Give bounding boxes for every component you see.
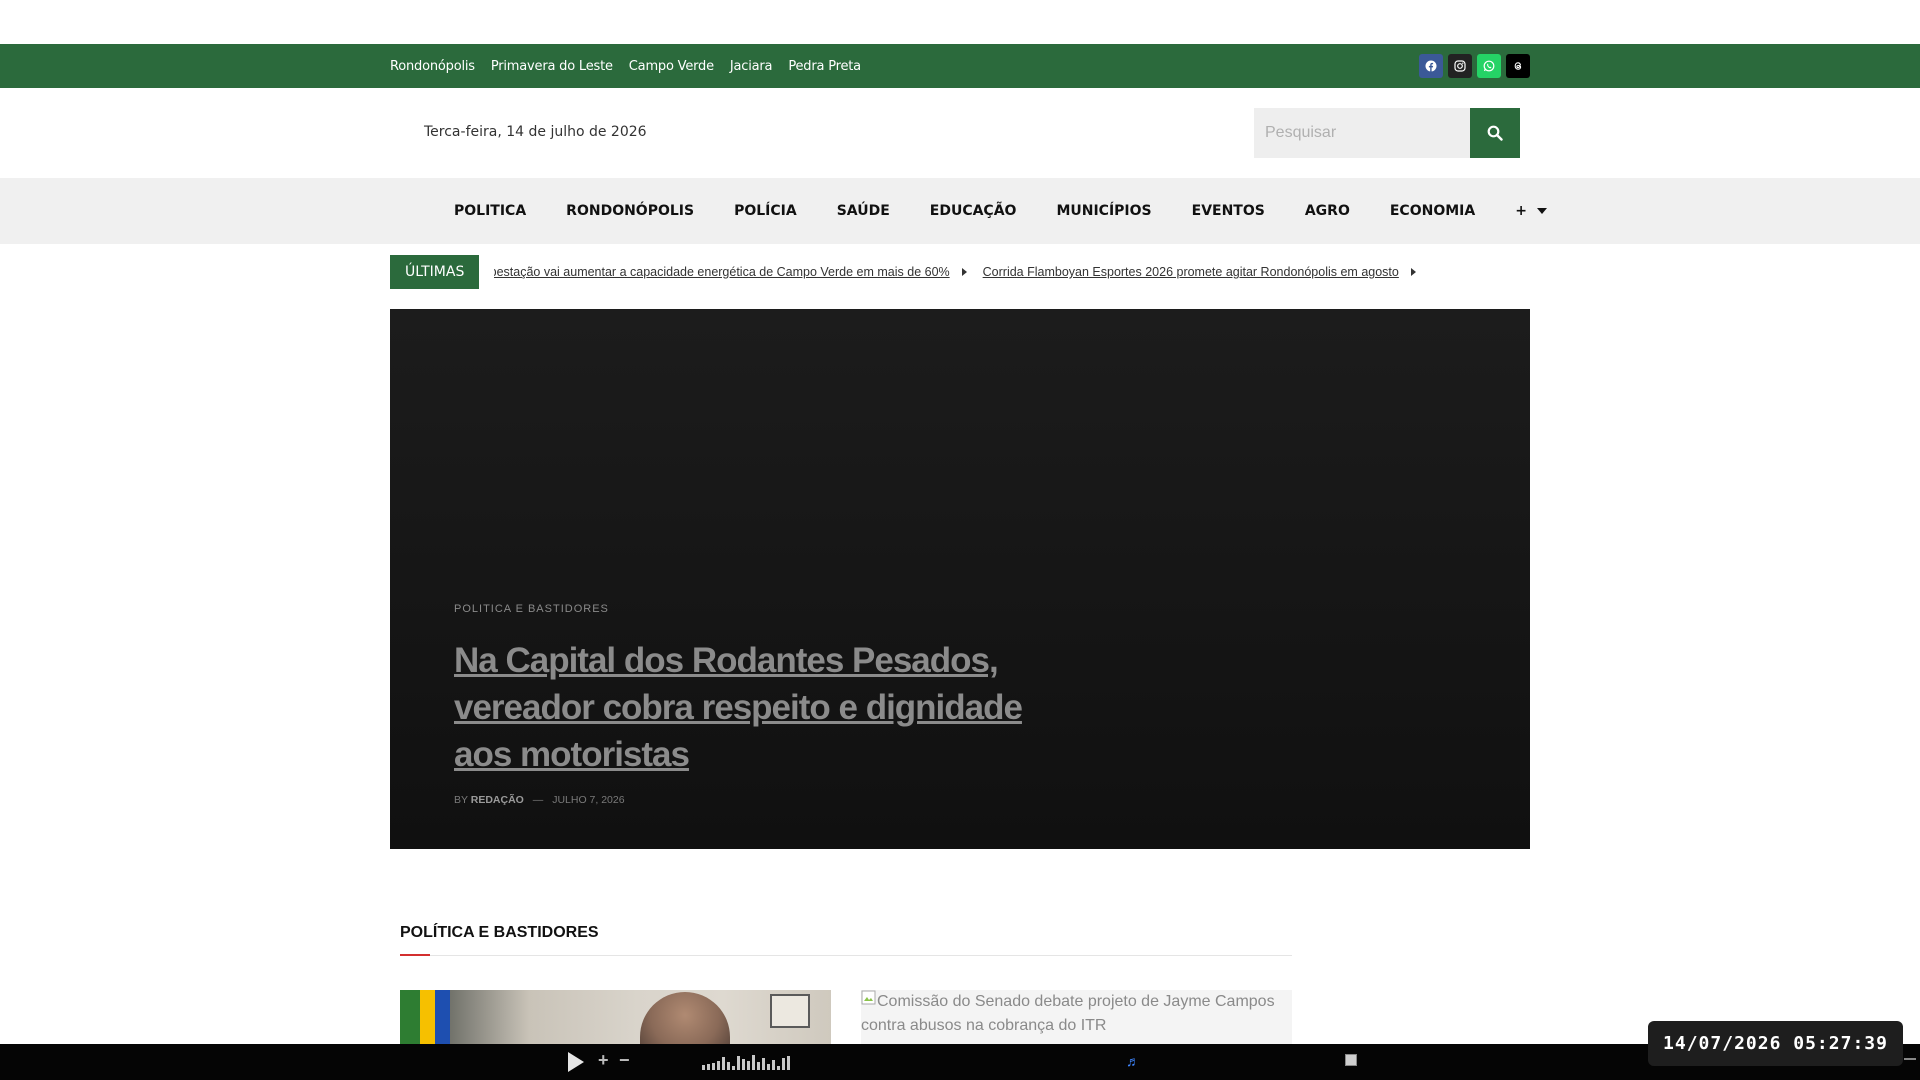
nav-item-municipios[interactable]: MUNICÍPIOS (1056, 203, 1151, 219)
section-title: POLÍTICA E BASTIDORES (400, 924, 1292, 956)
section-politica-bastidores: POLÍTICA E BASTIDORES (400, 924, 1292, 956)
hero-author[interactable]: REDAÇÃO (471, 794, 524, 806)
nav-more-menu[interactable]: + (1515, 203, 1547, 219)
search-button[interactable] (1470, 108, 1520, 158)
top-bar: Rondonópolis Primavera do Leste Campo Ve… (0, 44, 1920, 88)
broken-image-icon (861, 990, 876, 1005)
hero-title[interactable]: Na Capital dos Rodantes Pesados, vereado… (454, 637, 1074, 778)
nav-item-rondonopolis[interactable]: RONDONÓPOLIS (566, 203, 694, 219)
hero-category[interactable]: POLITICA E BASTIDORES (454, 603, 609, 615)
main-nav: POLITICA RONDONÓPOLIS POLÍCIA SAÚDE EDUC… (0, 178, 1920, 244)
nav-item-educacao[interactable]: EDUCAÇÃO (930, 203, 1017, 219)
search-form (1254, 108, 1520, 158)
minimize-icon[interactable] (1904, 1058, 1916, 1060)
picture-frame-image (770, 994, 810, 1028)
ticker-item[interactable]: Corrida Flamboyan Esportes 2026 promete … (983, 265, 1416, 279)
nav-more-label: + (1515, 203, 1527, 219)
volume-up-button[interactable]: + (598, 1050, 609, 1071)
hero-meta: BY REDAÇÃO — JULHO 7, 2026 (454, 794, 625, 806)
whatsapp-icon[interactable] (1477, 54, 1501, 78)
search-icon (1487, 125, 1503, 141)
city-link-jaciara[interactable]: Jaciara (730, 59, 773, 74)
hero-date: JULHO 7, 2026 (552, 794, 625, 806)
post-thumbnail-broken[interactable]: Comissão do Senado debate projeto de Jay… (861, 990, 1292, 1050)
search-input[interactable] (1254, 108, 1470, 158)
hero-separator: — (532, 794, 544, 806)
nav-item-policia[interactable]: POLÍCIA (734, 203, 797, 219)
threads-icon[interactable] (1506, 54, 1530, 78)
nav-item-eventos[interactable]: EVENTOS (1192, 203, 1265, 219)
radio-player-bar: + − ♬ (0, 1044, 1920, 1080)
city-link-campo-verde[interactable]: Campo Verde (629, 59, 714, 74)
flag-image (400, 990, 450, 1050)
triangle-right-icon (1410, 268, 1416, 276)
post-thumbnail[interactable] (400, 990, 831, 1050)
image-alt-text: Comissão do Senado debate projeto de Jay… (861, 993, 1275, 1034)
nav-item-agro[interactable]: AGRO (1305, 203, 1350, 219)
volume-down-button[interactable]: − (619, 1050, 630, 1071)
ticker-item-text: Subestação vai aumentar a capacidade ene… (494, 265, 950, 279)
city-link-pedra-preta[interactable]: Pedra Preta (788, 59, 861, 74)
nav-item-economia[interactable]: ECONOMIA (1390, 203, 1475, 219)
header: Terca-feira, 14 de julho de 2026 (0, 88, 1920, 178)
nav-item-politica[interactable]: POLITICA (454, 203, 526, 219)
facebook-icon[interactable] (1419, 54, 1443, 78)
current-date: Terca-feira, 14 de julho de 2026 (424, 124, 647, 140)
social-links (1419, 54, 1530, 78)
ticker-track: Subestação vai aumentar a capacidade ene… (494, 255, 1530, 289)
person-image (640, 992, 730, 1050)
city-links: Rondonópolis Primavera do Leste Campo Ve… (390, 59, 861, 74)
playlist-icon[interactable] (1345, 1054, 1357, 1066)
hero-by: BY (454, 794, 468, 806)
ticker-item-text: Corrida Flamboyan Esportes 2026 promete … (982, 265, 1399, 279)
ticker-item[interactable]: Subestação vai aumentar a capacidade ene… (494, 265, 967, 279)
caret-down-icon (1536, 208, 1547, 214)
triangle-right-icon (961, 268, 967, 276)
ticker-label: ÚLTIMAS (390, 255, 480, 289)
city-link-rondonopolis[interactable]: Rondonópolis (390, 59, 475, 74)
music-note-icon[interactable]: ♬ (1126, 1053, 1140, 1069)
instagram-icon[interactable] (1448, 54, 1472, 78)
hero-featured-post[interactable]: POLITICA E BASTIDORES Na Capital dos Rod… (390, 309, 1530, 849)
clock-widget: 14/07/2026 05:27:39 (1648, 1021, 1903, 1066)
city-link-primavera-do-leste[interactable]: Primavera do Leste (491, 59, 613, 74)
equalizer-icon (702, 1054, 790, 1070)
nav-item-saude[interactable]: SAÚDE (837, 203, 890, 219)
news-ticker: ÚLTIMAS Subestação vai aumentar a capaci… (390, 255, 1530, 289)
play-button[interactable] (568, 1052, 584, 1072)
